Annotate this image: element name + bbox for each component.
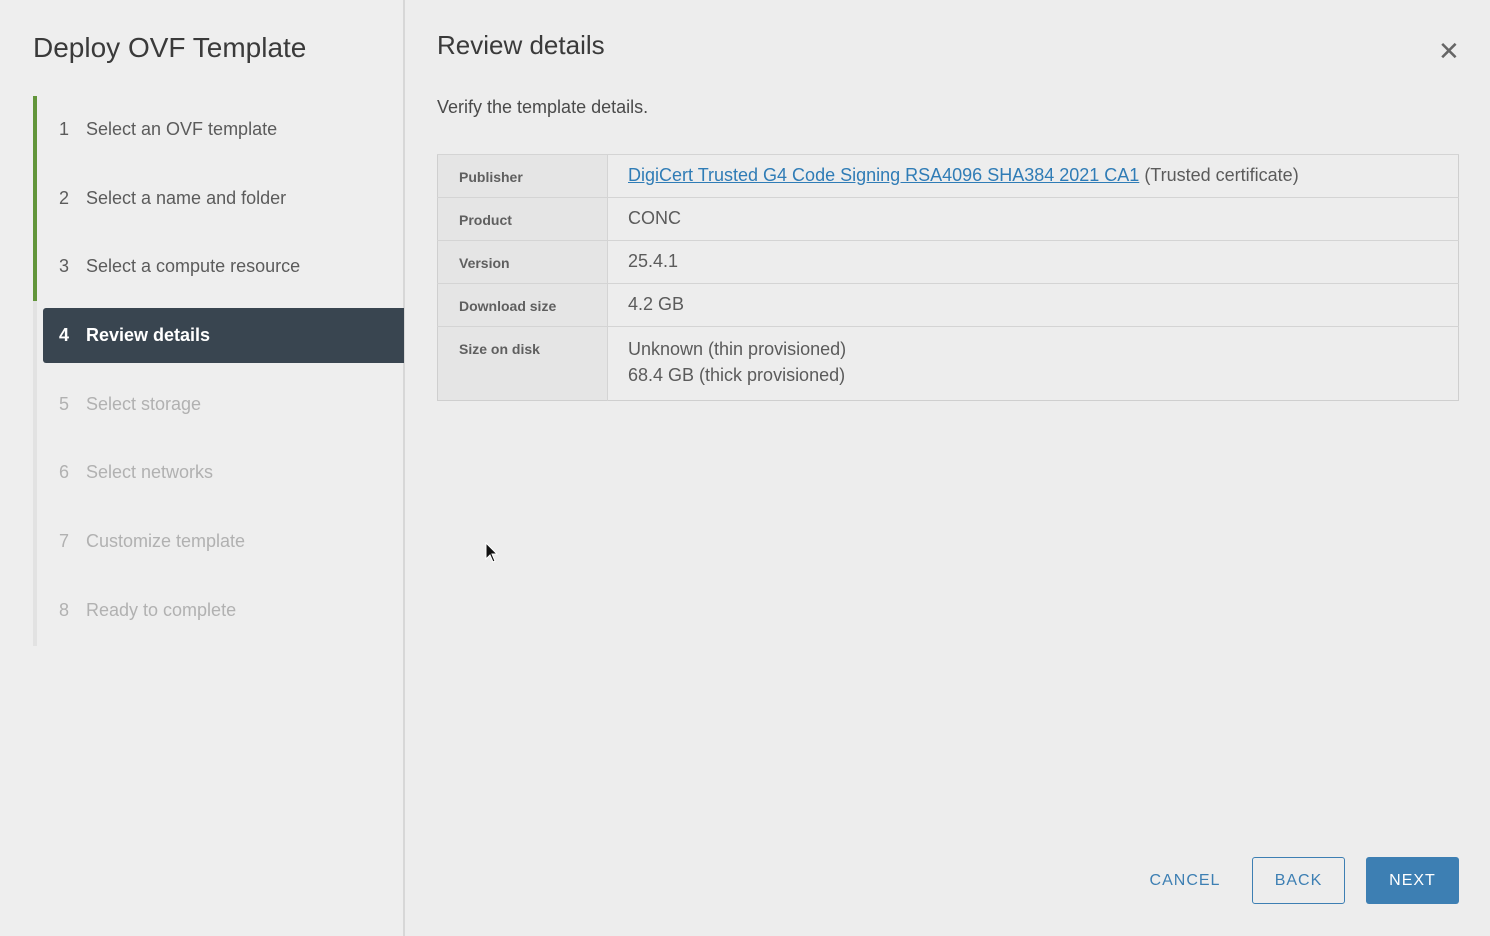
details-table: Publisher DigiCert Trusted G4 Code Signin…: [437, 154, 1459, 401]
row-label: Size on disk: [437, 326, 608, 401]
close-icon[interactable]: ✕: [1438, 36, 1460, 67]
step-number: 4: [59, 325, 70, 345]
wizard-step-3[interactable]: 3 Select a compute resource: [43, 239, 404, 294]
step-label: Select a name and folder: [86, 188, 287, 208]
wizard-step-4[interactable]: 4 Review details: [43, 308, 404, 363]
table-row: Size on disk Unknown (thin provisioned) 68…: [437, 326, 1459, 401]
table-row: Product CONC: [437, 197, 1459, 241]
table-row: Publisher DigiCert Trusted G4 Code Signin…: [437, 154, 1459, 198]
wizard-title: Deploy OVF Template: [33, 32, 307, 63]
progress-track: [33, 96, 37, 646]
step-label: Customize template: [86, 531, 246, 551]
table-row: Download size 4.2 GB: [437, 283, 1459, 327]
wizard-step-6: 6 Select networks: [43, 445, 404, 500]
publisher-link[interactable]: DigiCert Trusted G4 Code Signing RSA4096…: [628, 165, 1139, 185]
wizard-step-2[interactable]: 2 Select a name and folder: [43, 171, 404, 226]
step-label: Ready to complete: [86, 600, 237, 620]
next-button[interactable]: NEXT: [1366, 857, 1459, 904]
step-label: Select an OVF template: [86, 119, 278, 139]
wizard-sidebar: Deploy OVF Template 1 Select an OVF templ…: [0, 0, 405, 936]
step-label: Select storage: [86, 394, 202, 414]
table-row: Version 25.4.1: [437, 240, 1459, 284]
row-label: Publisher: [437, 154, 608, 198]
page-title: Review details: [437, 30, 605, 60]
disk-thin-value: Unknown (thin provisioned): [628, 339, 847, 359]
wizard-step-1[interactable]: 1 Select an OVF template: [43, 102, 404, 157]
page-subtitle: Verify the template details.: [437, 97, 649, 117]
row-label: Version: [437, 240, 608, 284]
wizard-step-7: 7 Customize template: [43, 514, 404, 569]
back-button[interactable]: BACK: [1252, 857, 1345, 904]
mouse-cursor-icon: [485, 542, 499, 563]
row-label: Product: [437, 197, 608, 241]
progress-fill: [33, 96, 37, 301]
wizard-step-8: 8 Ready to complete: [43, 583, 404, 638]
step-number: 3: [59, 256, 70, 276]
step-number: 5: [59, 394, 70, 414]
publisher-note: (Trusted certificate): [1144, 165, 1299, 185]
row-label: Download size: [437, 283, 608, 327]
step-label: Select a compute resource: [86, 256, 301, 276]
step-number: 6: [59, 462, 70, 482]
step-number: 7: [59, 531, 70, 551]
download-value: 4.2 GB: [607, 283, 1459, 327]
step-label: Review details: [86, 325, 211, 345]
step-number: 2: [59, 188, 70, 208]
cancel-button[interactable]: CANCEL: [1140, 857, 1230, 904]
product-value: CONC: [607, 197, 1459, 241]
step-label: Select networks: [86, 462, 214, 482]
version-value: 25.4.1: [607, 240, 1459, 284]
disk-thick-value: 68.4 GB (thick provisioned): [628, 365, 846, 385]
wizard-step-5: 5 Select storage: [43, 377, 404, 432]
step-number: 1: [59, 119, 70, 139]
step-number: 8: [59, 600, 70, 620]
